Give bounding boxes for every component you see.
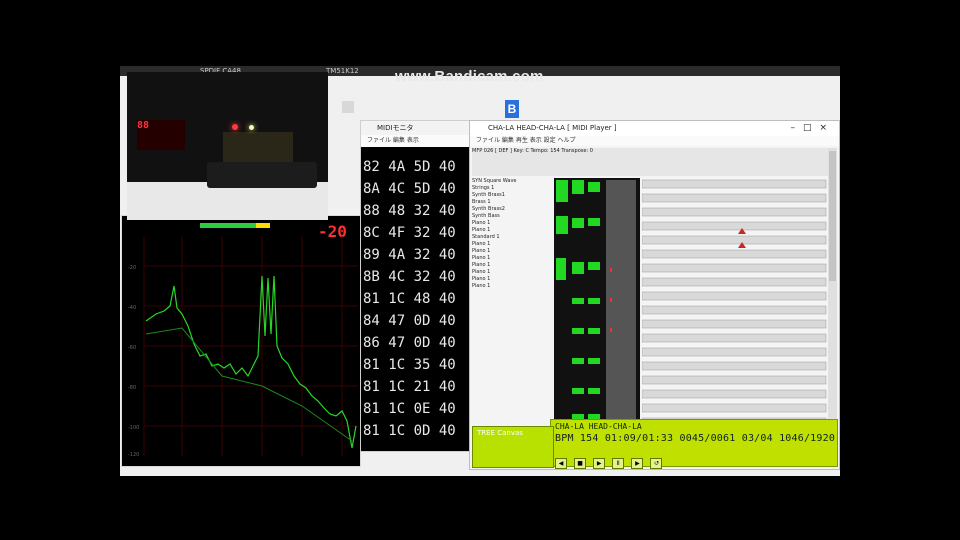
hex-row: 8C 4F 32 40 [363,225,456,241]
webcam-overlay: 88 [127,72,328,220]
y-tick: -20 [128,265,136,271]
fast-forward-button[interactable]: ▶ [631,458,644,469]
channel-label[interactable]: Piano 1 [472,255,554,262]
y-tick: -60 [128,345,136,351]
hex-row: 81 1C 35 40 [363,357,456,373]
webcam-led-display: 88 [137,120,185,150]
hex-row: 86 47 0D 40 [363,335,456,351]
recording-watermark: www.Bandicam.com [395,68,544,85]
rewind-button[interactable]: ◀ [555,458,567,469]
window-controls[interactable]: –□× [790,121,835,136]
topbar-text-2: TM51K12 [326,67,359,75]
spectrum-analyzer-window[interactable]: -20 -20 -40 -60 -80 -100 -120 [121,215,361,467]
transport-buttons: ◀ ■ ▶ Ⅱ ▶ ↺ [555,450,664,469]
webcam-circuit-board [223,132,293,162]
channel-label[interactable]: Synth Brass2 [472,206,554,213]
y-tick: -100 [128,425,139,431]
channel-label[interactable]: Synth Bass [472,213,554,220]
player-menu-bar[interactable]: ファイル 編集 再生 表示 設定 ヘルプ [470,136,839,146]
red-led [232,124,238,130]
player-info-panel: MFP 026 [ DEF ] Key: C Tempo: 154 Transp… [472,148,832,176]
hex-row: 8A 4C 5D 40 [363,181,456,197]
channel-label[interactable]: Piano 1 [472,269,554,276]
playback-status: BPM 154 01:09/01:33 0045/0061 03/04 1046… [555,433,835,444]
tree-canvas-label: TREE Canvas [477,429,523,437]
player-title: CHA-LA HEAD-CHA-LA [ MIDI Player ] [488,124,617,132]
channel-label[interactable]: Brass 1 [472,199,554,206]
hex-window-menu[interactable]: ファイル 編集 表示 [361,135,469,147]
time-value: 01:09/01:33 [604,433,674,444]
spectrum-plot: -20 -40 -60 -80 -100 -120 [128,236,358,458]
channel-label[interactable]: Standard 1 [472,234,554,241]
bluetooth-icon[interactable]: B [505,100,519,118]
play-button[interactable]: ▶ [593,458,606,469]
hex-row: 84 47 0D 40 [363,313,456,329]
webcam-device [207,162,317,188]
loop-button[interactable]: ↺ [650,458,663,469]
midi-player-window[interactable]: CHA-LA HEAD-CHA-LA [ MIDI Player ] –□× フ… [469,120,840,470]
bpm-label: BPM [555,433,574,444]
hex-row: 81 1C 48 40 [363,291,456,307]
channel-label[interactable]: Piano 1 [472,262,554,269]
song-title: CHA-LA HEAD-CHA-LA [555,422,642,431]
player-title-bar: CHA-LA HEAD-CHA-LA [ MIDI Player ] –□× [470,121,839,136]
hex-row: 81 1C 0E 40 [363,401,456,417]
beat-value: 03/04 [741,433,773,444]
channel-label[interactable]: Synth Brass1 [472,192,554,199]
tick-value: 1046/1920 [779,433,836,444]
info-line: MFP 026 [ DEF ] Key: C Tempo: 154 Transp… [472,148,593,154]
y-tick: -80 [128,385,136,391]
channel-label[interactable]: Piano 1 [472,227,554,234]
stop-button[interactable]: ■ [574,458,587,469]
channel-label[interactable]: Piano 1 [472,276,554,283]
hex-row: 82 4A 5D 40 [363,159,456,175]
scrollbar-thumb[interactable] [829,151,836,281]
hex-window-title: MIDIモニタ [361,121,469,135]
channel-label[interactable]: SYN Square Wave [472,178,554,185]
hex-row: 81 1C 21 40 [363,379,456,395]
white-led [249,125,254,130]
pause-button[interactable]: Ⅱ [612,458,625,469]
track-lanes[interactable] [642,178,828,426]
tree-canvas-pane[interactable]: TREE Canvas [472,426,554,468]
hex-row: 8B 4C 32 40 [363,269,456,285]
measure-value: 0045/0061 [679,433,736,444]
bpm-value: 154 [579,433,599,444]
hex-row: 89 4A 32 40 [363,247,456,263]
midi-hex-monitor-window[interactable]: MIDIモニタ ファイル 編集 表示 82 4A 5D 40 8A 4C 5D … [360,120,470,452]
channel-label[interactable]: Piano 1 [472,248,554,255]
hex-rows: 82 4A 5D 40 8A 4C 5D 40 88 48 32 40 8C 4… [361,159,456,445]
y-tick: -40 [128,305,136,311]
channel-list: SYN Square Wave Strings 1 Synth Brass1 B… [472,178,554,290]
channel-level-meters [554,178,640,426]
hex-row: 81 1C 0D 40 [363,423,456,439]
desktop-app-icon[interactable] [342,101,354,113]
channel-label[interactable]: Piano 1 [472,241,554,248]
channel-label[interactable]: Strings 1 [472,185,554,192]
y-tick: -120 [128,452,139,458]
hex-row: 88 48 32 40 [363,203,456,219]
channel-label[interactable]: Piano 1 [472,283,554,290]
transport-panel: CHA-LA HEAD-CHA-LA BPM 154 01:09/01:33 0… [550,419,838,469]
channel-label[interactable]: Piano 1 [472,220,554,227]
